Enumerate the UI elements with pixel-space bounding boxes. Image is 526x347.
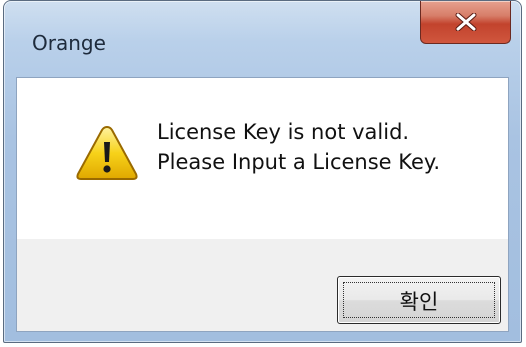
message-line-1: License Key is not valid. [157,120,410,144]
warning-icon [75,124,139,182]
ok-button-label: 확인 [399,290,439,314]
message-line-2: Please Input a License Key. [157,150,441,174]
title-bar[interactable]: Orange [4,1,521,77]
dialog-client-area: License Key is not valid. Please Input a… [16,77,509,332]
close-button[interactable] [420,1,511,44]
close-icon [455,13,477,31]
window-title: Orange [32,31,106,55]
ok-button[interactable]: 확인 [337,276,501,324]
dialog-window: Orange License Key is not valid. Please … [3,0,522,343]
button-area: 확인 [17,239,508,331]
message-area: License Key is not valid. Please Input a… [17,78,508,239]
